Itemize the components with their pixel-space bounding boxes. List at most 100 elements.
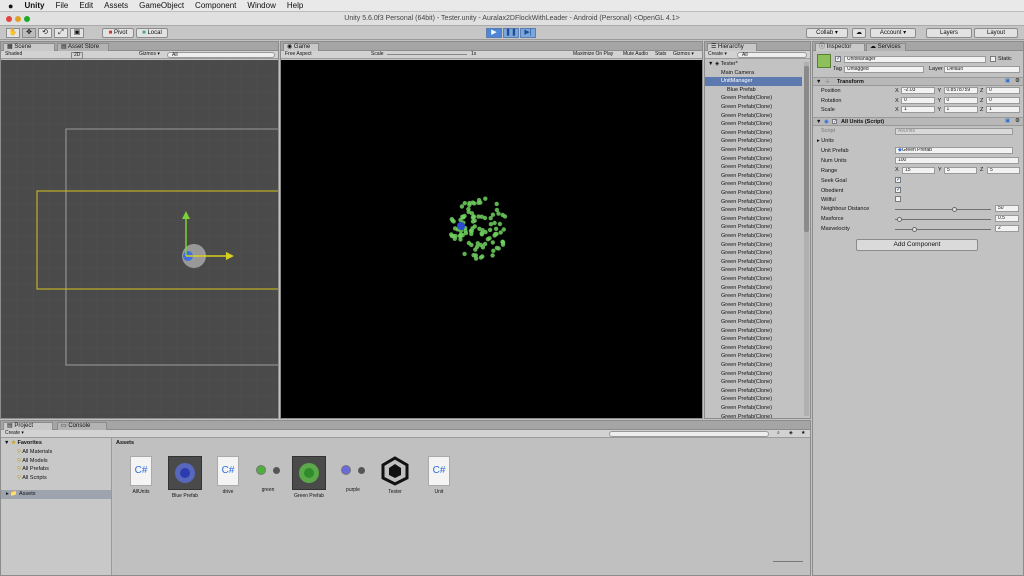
menu-edit[interactable]: Edit — [79, 1, 93, 10]
hierarchy-item[interactable]: Green Prefab(Clone) — [705, 163, 802, 172]
rect-tool-icon[interactable]: ▣ — [70, 28, 84, 38]
favorites-section[interactable]: ▼ ★ Favorites — [4, 440, 42, 446]
script-enabled-checkbox[interactable]: ✓ — [832, 119, 837, 125]
allunits-script-header[interactable]: ▼ ◉ ✓ All Units (Script) ▣ ⚙ — [813, 117, 1023, 126]
hierarchy-item[interactable]: Green Prefab(Clone) — [705, 284, 802, 293]
asset-item[interactable]: green — [248, 456, 288, 493]
favorite-item[interactable]: ⚲ All Models — [17, 458, 48, 464]
hierarchy-item[interactable]: Green Prefab(Clone) — [705, 189, 802, 198]
scale-slider[interactable] — [387, 54, 467, 55]
cloud-icon[interactable]: ☁ — [852, 28, 866, 38]
mute-audio-toggle[interactable]: Mute Audio — [623, 51, 648, 58]
tab-console[interactable]: ▭ Console — [57, 422, 107, 430]
minimize-window-icon[interactable] — [15, 16, 21, 22]
obedient-checkbox[interactable]: ✓ — [895, 187, 901, 193]
scale-y-field[interactable]: 1 — [943, 106, 978, 113]
scale-z-field[interactable]: 1 — [986, 106, 1020, 113]
asset-item[interactable]: Green Prefab — [289, 456, 329, 499]
layout-dropdown[interactable]: Layout — [974, 28, 1018, 38]
maxforce-slider[interactable] — [895, 219, 991, 220]
hierarchy-item[interactable]: Green Prefab(Clone) — [705, 335, 802, 344]
hierarchy-item[interactable]: Green Prefab(Clone) — [705, 180, 802, 189]
hierarchy-scrollbar[interactable] — [804, 62, 809, 416]
maximize-on-play-toggle[interactable]: Maximize On Play — [573, 51, 613, 58]
asset-item[interactable]: C# Unit — [419, 456, 459, 495]
hierarchy-item[interactable]: Green Prefab(Clone) — [705, 318, 802, 327]
hierarchy-item[interactable]: Green Prefab(Clone) — [705, 103, 802, 112]
hierarchy-item[interactable]: Green Prefab(Clone) — [705, 129, 802, 138]
object-active-checkbox[interactable]: ✓ — [835, 56, 841, 62]
hierarchy-item[interactable]: Green Prefab(Clone) — [705, 370, 802, 379]
maxvelocity-field[interactable]: 2 — [995, 225, 1019, 232]
hierarchy-item[interactable]: Green Prefab(Clone) — [705, 309, 802, 318]
rotation-y-field[interactable]: 0 — [943, 96, 978, 104]
scale-x-field[interactable]: 1 — [901, 106, 935, 113]
menu-file[interactable]: File — [55, 1, 68, 10]
position-y-field[interactable]: 0.8578759 — [943, 87, 978, 94]
search-filter-icon[interactable]: ⌕ — [777, 430, 780, 437]
apple-menu-icon[interactable]: ● — [8, 1, 13, 11]
close-window-icon[interactable] — [6, 16, 12, 22]
hierarchy-item[interactable]: Green Prefab(Clone) — [705, 301, 802, 310]
hierarchy-item[interactable]: Green Prefab(Clone) — [705, 223, 802, 232]
hierarchy-item[interactable]: Green Prefab(Clone) — [705, 413, 802, 418]
local-toggle[interactable]: ■ Local — [136, 28, 168, 38]
asset-item[interactable]: purple — [333, 456, 373, 493]
collab-button[interactable]: Collab ▾ — [806, 28, 848, 38]
maxforce-thumb[interactable] — [897, 216, 903, 222]
units-foldout[interactable]: ▸ Units — [817, 138, 834, 144]
transform-settings-icon[interactable]: ⚙ — [1015, 78, 1020, 84]
step-button[interactable]: ▶| — [520, 28, 536, 38]
assets-root-folder[interactable]: ▸ 📁 Assets — [1, 490, 111, 499]
scene-viewport[interactable] — [1, 60, 278, 418]
maximize-window-icon[interactable] — [24, 16, 30, 22]
maxforce-field[interactable]: 0.5 — [995, 215, 1019, 222]
hierarchy-item[interactable]: Green Prefab(Clone) — [705, 206, 802, 215]
layer-dropdown[interactable]: Default — [944, 66, 1020, 73]
add-component-button[interactable]: Add Component — [856, 239, 978, 251]
asset-item[interactable]: Blue Prefab — [165, 456, 205, 499]
favorite-item[interactable]: ⚲ All Materials — [17, 449, 52, 455]
rotation-x-field[interactable]: 0 — [901, 96, 935, 104]
game-gizmos-dropdown[interactable]: Gizmos ▾ — [673, 51, 694, 58]
hierarchy-item-unitmanager[interactable]: UnitManager — [705, 77, 802, 86]
neighbour-distance-slider[interactable] — [895, 209, 991, 210]
hierarchy-item[interactable]: Green Prefab(Clone) — [705, 155, 802, 164]
hierarchy-item[interactable]: Green Prefab(Clone) — [705, 112, 802, 121]
account-dropdown[interactable]: Account ▾ — [870, 28, 916, 38]
project-search-input[interactable] — [609, 431, 769, 437]
script-help-icon[interactable]: ▣ — [1005, 118, 1010, 124]
transform-help-icon[interactable]: ▣ — [1005, 78, 1010, 84]
2d-toggle[interactable]: 2D — [71, 52, 84, 59]
hierarchy-item[interactable]: Green Prefab(Clone) — [705, 258, 802, 267]
hierarchy-search-input[interactable]: All — [737, 52, 807, 58]
hierarchy-item[interactable]: Green Prefab(Clone) — [705, 172, 802, 181]
hierarchy-item[interactable]: Green Prefab(Clone) — [705, 137, 802, 146]
object-name-field[interactable]: UnitManager — [844, 56, 986, 63]
num-units-field[interactable]: 100 — [895, 157, 1019, 164]
hierarchy-item[interactable]: Green Prefab(Clone) — [705, 198, 802, 207]
range-x-field[interactable]: 15 — [902, 167, 935, 174]
pause-button[interactable]: ❚❚ — [503, 28, 519, 38]
move-tool-icon[interactable]: ✥ — [22, 28, 36, 38]
menu-unity[interactable]: Unity — [24, 1, 44, 10]
asset-item[interactable]: Tester — [375, 456, 415, 495]
aspect-dropdown[interactable]: Free Aspect — [285, 51, 312, 58]
range-z-field[interactable]: 5 — [987, 167, 1020, 174]
hierarchy-item[interactable]: Green Prefab(Clone) — [705, 292, 802, 301]
hand-tool-icon[interactable]: ✋ — [6, 28, 20, 38]
tab-hierarchy[interactable]: ☰ Hierarchy — [707, 43, 757, 51]
shading-mode-dropdown[interactable]: Shaded — [5, 51, 22, 58]
hierarchy-item[interactable]: Green Prefab(Clone) — [705, 387, 802, 396]
position-x-field[interactable]: -2.03 — [901, 87, 935, 94]
hierarchy-item[interactable]: Blue Prefab — [705, 86, 802, 95]
hierarchy-item[interactable]: Green Prefab(Clone) — [705, 404, 802, 413]
menu-assets[interactable]: Assets — [104, 1, 128, 10]
neighbour-distance-thumb[interactable] — [952, 206, 958, 212]
stats-toggle[interactable]: Stats — [655, 51, 666, 58]
hierarchy-item[interactable]: Green Prefab(Clone) — [705, 378, 802, 387]
position-z-field[interactable]: 0 — [986, 87, 1020, 94]
transform-header[interactable]: ▼ ⊹ Transform ▣ ⚙ — [813, 77, 1023, 86]
rotation-z-field[interactable]: 0 — [986, 96, 1020, 104]
maxvelocity-thumb[interactable] — [911, 226, 917, 232]
